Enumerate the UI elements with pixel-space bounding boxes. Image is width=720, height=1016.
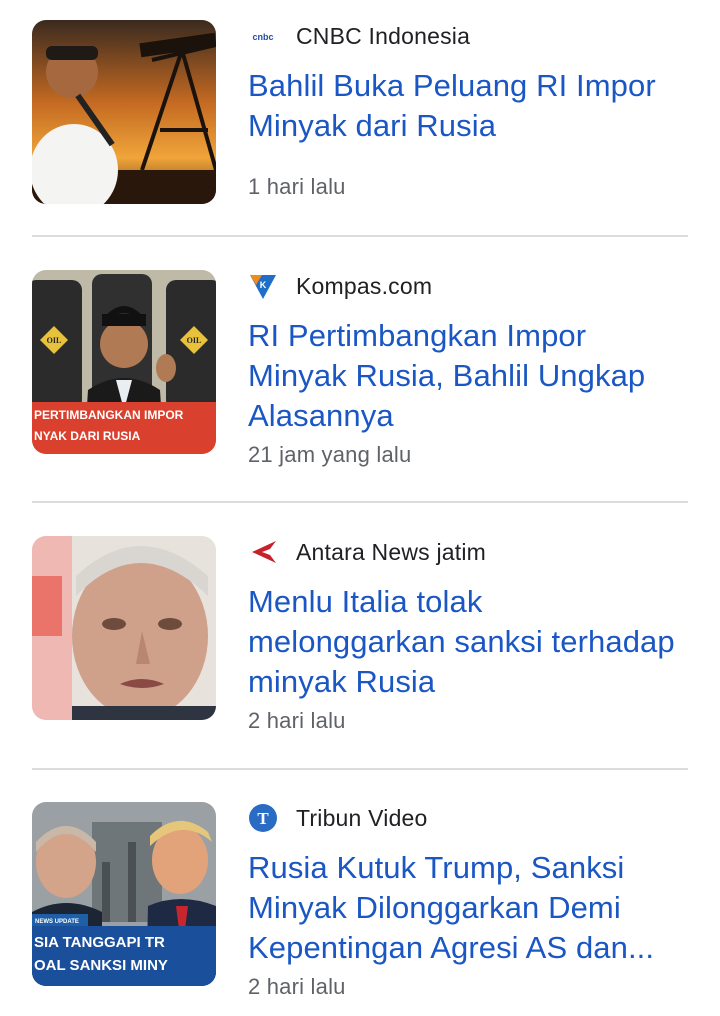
antara-logo-icon: [248, 537, 278, 567]
timestamp: 1 hari lalu: [248, 174, 346, 199]
svg-text:OIL: OIL: [47, 336, 62, 345]
news-item-cnbc[interactable]: cnbc CNBC Indonesia Bahlil Buka Peluang …: [0, 0, 720, 237]
timestamp: 21 jam yang lalu: [248, 442, 412, 467]
oil-barrels-thumbnail[interactable]: OIL OIL PERTIMBANGKAN IMPOR NYAK DARI RU…: [32, 270, 216, 454]
divider: [32, 501, 688, 503]
oil-pump-thumbnail[interactable]: [32, 20, 216, 204]
svg-text:PERTIMBANGKAN IMPOR: PERTIMBANGKAN IMPOR: [34, 408, 184, 422]
source-row: Antara News jatim: [248, 534, 486, 570]
divider: [32, 768, 688, 770]
svg-text:NEWS UPDATE: NEWS UPDATE: [35, 919, 79, 925]
source-row: T Tribun Video: [248, 800, 428, 836]
cnbc-logo-icon: cnbc: [248, 21, 278, 51]
headline-link[interactable]: RI Pertimbangkan Impor Minyak Rusia, Bah…: [248, 316, 688, 436]
headline-link[interactable]: Bahlil Buka Peluang RI Impor Minyak dari…: [248, 66, 688, 146]
two-leaders-thumbnail[interactable]: NEWS UPDATE SIA TANGGAPI TR OAL SANKSI M…: [32, 802, 216, 986]
svg-text:T: T: [257, 809, 269, 828]
source-row: K Kompas.com: [248, 268, 432, 304]
headline-link[interactable]: Menlu Italia tolak melonggarkan sanksi t…: [248, 582, 688, 702]
source-name: CNBC Indonesia: [296, 22, 471, 49]
news-item-kompas[interactable]: OIL OIL PERTIMBANGKAN IMPOR NYAK DARI RU…: [0, 250, 720, 503]
news-item-antara[interactable]: Antara News jatim Menlu Italia tolak mel…: [0, 516, 720, 770]
news-feed: cnbc CNBC Indonesia Bahlil Buka Peluang …: [0, 0, 720, 1016]
svg-text:cnbc: cnbc: [252, 32, 273, 42]
source-name: Tribun Video: [296, 804, 428, 831]
svg-text:K: K: [260, 280, 267, 290]
source-row: cnbc CNBC Indonesia: [248, 18, 470, 54]
timestamp: 2 hari lalu: [248, 974, 346, 999]
news-item-tribun[interactable]: NEWS UPDATE SIA TANGGAPI TR OAL SANKSI M…: [0, 782, 720, 1016]
portrait-thumbnail[interactable]: [32, 536, 216, 720]
kompas-logo-icon: K: [248, 271, 278, 301]
svg-text:SIA TANGGAPI TR: SIA TANGGAPI TR: [34, 934, 165, 951]
source-name: Antara News jatim: [296, 538, 487, 565]
svg-text:OIL: OIL: [187, 336, 202, 345]
tribun-logo-icon: T: [248, 803, 278, 833]
timestamp: 2 hari lalu: [248, 708, 346, 733]
svg-text:NYAK DARI RUSIA: NYAK DARI RUSIA: [34, 429, 141, 443]
headline-link[interactable]: Rusia Kutuk Trump, Sanksi Minyak Dilongg…: [248, 848, 688, 968]
source-name: Kompas.com: [296, 272, 433, 299]
divider: [32, 235, 688, 237]
svg-text:OAL SANKSI MINY: OAL SANKSI MINY: [34, 957, 168, 974]
